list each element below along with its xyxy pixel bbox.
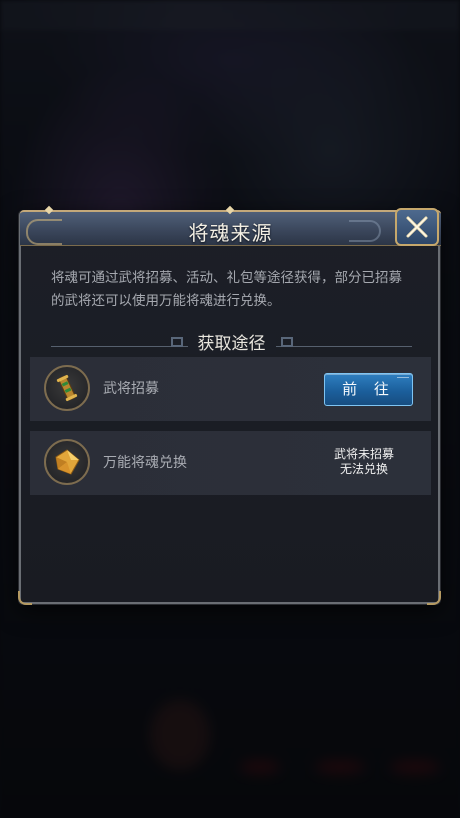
soul-source-dialog: 将魂来源 将魂可通过武将招募、活动、礼包等途径获得，部分已招募的武将还可以使用万…: [18, 205, 441, 605]
source-label: 万能将魂兑换: [103, 455, 187, 471]
close-x-icon: [406, 216, 428, 238]
exchange-unavailable-status: 武将未招募 无法兑换: [324, 447, 404, 477]
close-button[interactable]: [395, 208, 439, 246]
source-row-exchange: 万能将魂兑换 武将未招募 无法兑换: [30, 431, 431, 495]
status-line: 无法兑换: [339, 462, 388, 476]
recruit-scroll-icon: [44, 365, 90, 411]
source-row-recruit: 武将招募 前 往: [30, 357, 431, 421]
go-button[interactable]: 前 往: [324, 373, 413, 406]
dialog-description: 将魂可通过武将招募、活动、礼包等途径获得，部分已招募的武将还可以使用万能将魂进行…: [51, 270, 402, 309]
dialog-title: 将魂来源: [188, 221, 273, 245]
dialog-title-bar: 将魂来源: [20, 205, 441, 246]
section-header: 获取途径: [51, 329, 412, 354]
status-line: 武将未招募: [333, 447, 394, 461]
frame-corner-ornament: [18, 591, 32, 605]
universal-soul-fragment-icon: [44, 439, 90, 485]
source-label: 武将招募: [103, 381, 159, 397]
section-title: 获取途径: [187, 334, 276, 354]
